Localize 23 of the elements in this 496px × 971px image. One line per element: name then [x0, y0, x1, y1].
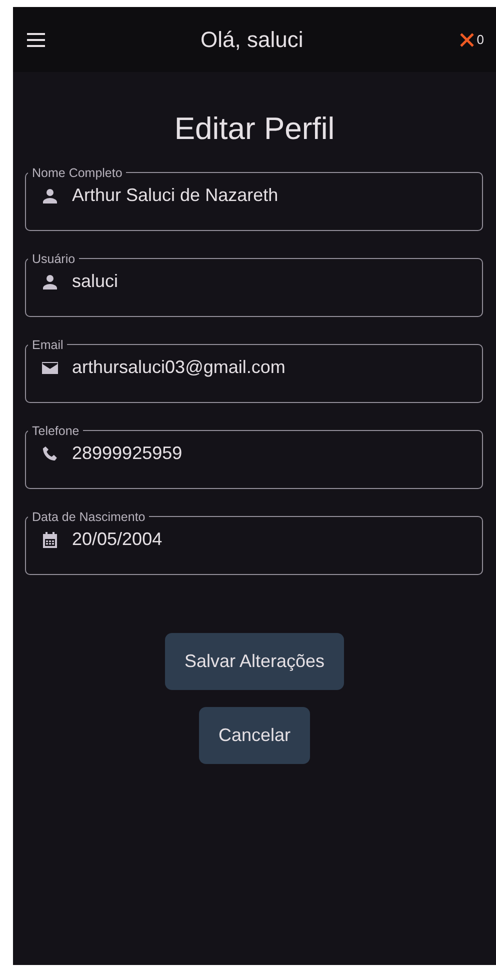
- field-label: Email: [31, 338, 64, 351]
- text-input[interactable]: 20/05/2004: [72, 526, 468, 553]
- menu-icon[interactable]: [27, 32, 45, 46]
- close-button[interactable]: 0: [458, 30, 484, 50]
- phone-icon: [40, 444, 60, 464]
- text-input[interactable]: saluci: [72, 268, 468, 295]
- text-field[interactable]: Data de Nascimento 20/05/2004: [25, 510, 483, 574]
- field-label: Data de Nascimento: [31, 510, 146, 523]
- cancel-button[interactable]: Cancelar: [199, 706, 310, 764]
- text-field[interactable]: Nome Completo Arthur Saluci de Nazareth: [25, 166, 483, 230]
- text-field[interactable]: Usuário saluci: [25, 252, 483, 316]
- field-label: Usuário: [31, 252, 76, 265]
- page-title: Editar Perfil: [173, 110, 336, 148]
- text-field[interactable]: Email arthursaluci03@gmail.com: [25, 338, 483, 402]
- text-input[interactable]: arthursaluci03@gmail.com: [72, 354, 468, 381]
- field-label: Telefone: [31, 424, 80, 437]
- text-field[interactable]: Telefone 28999925959: [25, 424, 483, 488]
- field-label: Nome Completo: [31, 166, 124, 179]
- text-input[interactable]: 28999925959: [72, 440, 468, 467]
- calendar-icon: [40, 530, 60, 550]
- greeting-title: Olá, saluci: [200, 26, 304, 54]
- save-button[interactable]: Salvar Alterações: [165, 632, 344, 690]
- text-input[interactable]: Arthur Saluci de Nazareth: [72, 182, 468, 209]
